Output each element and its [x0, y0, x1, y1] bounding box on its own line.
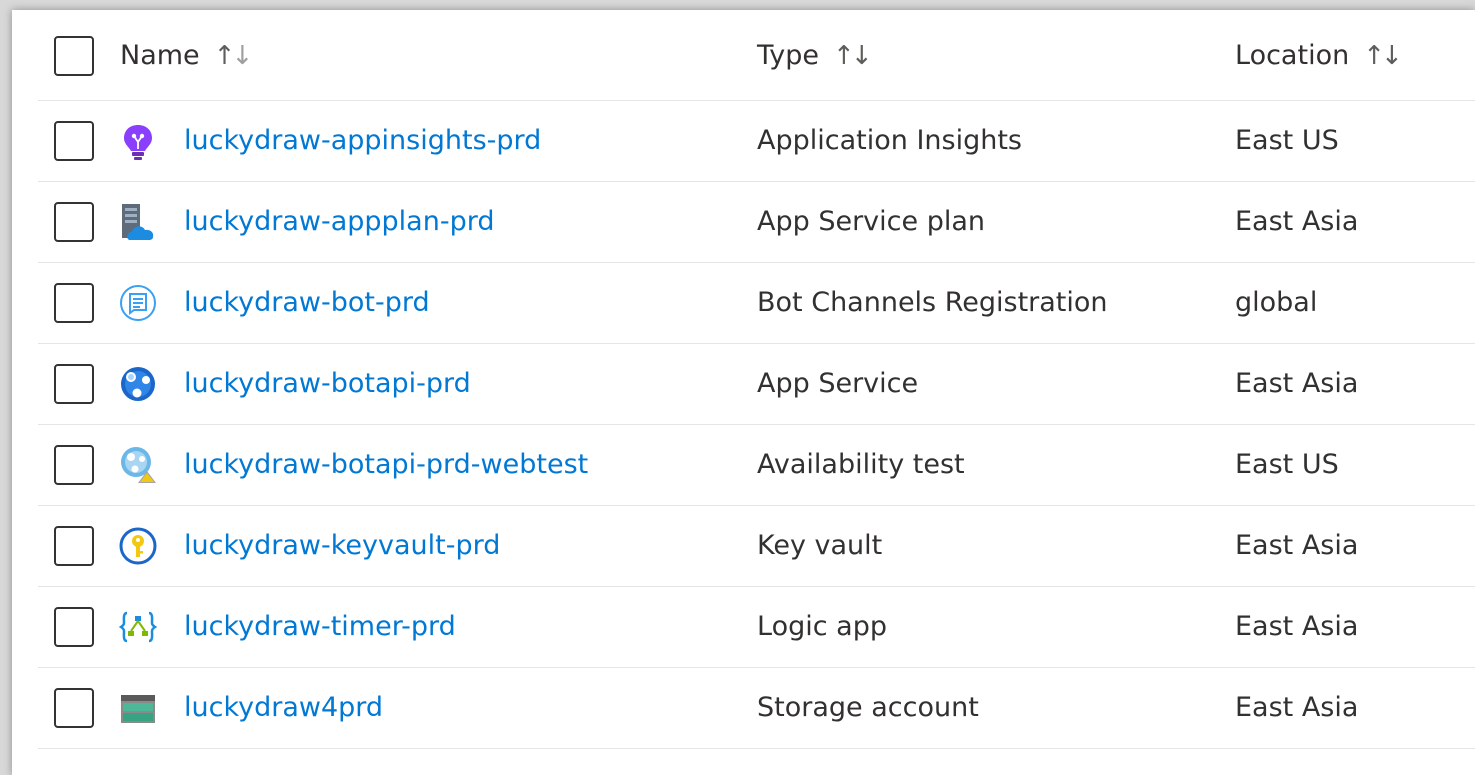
- resource-type: Application Insights: [757, 125, 1022, 156]
- bot-channels-icon: [118, 283, 158, 323]
- resource-list-panel: Name ↑↓ Type ↑↓ Location ↑↓ luckydraw-ap…: [12, 10, 1475, 775]
- row-checkbox[interactable]: [54, 445, 94, 485]
- sort-type-icon[interactable]: ↑↓: [833, 41, 873, 71]
- row-checkbox[interactable]: [54, 202, 94, 242]
- resource-type: Key vault: [757, 530, 883, 561]
- app-service-icon: [118, 364, 158, 404]
- resource-link[interactable]: luckydraw-keyvault-prd: [184, 528, 500, 564]
- table-row: luckydraw-appplan-prd App Service plan E…: [38, 182, 1475, 263]
- logic-app-icon: [118, 607, 158, 647]
- key-vault-icon: [118, 526, 158, 566]
- sort-name-icon[interactable]: ↑↓: [214, 41, 254, 71]
- resource-type: App Service: [757, 368, 919, 399]
- table-row: luckydraw4prd Storage account East Asia: [38, 668, 1475, 749]
- resource-location: global: [1235, 287, 1318, 318]
- table-row: luckydraw-keyvault-prd Key vault East As…: [38, 506, 1475, 587]
- table-row: luckydraw-bot-prd Bot Channels Registrat…: [38, 263, 1475, 344]
- resource-location: East US: [1235, 449, 1339, 480]
- row-checkbox[interactable]: [54, 607, 94, 647]
- column-header-location[interactable]: Location ↑↓: [1235, 38, 1403, 74]
- resource-link[interactable]: luckydraw-timer-prd: [184, 609, 456, 645]
- column-header-name[interactable]: Name ↑↓: [120, 38, 254, 74]
- app-service-plan-icon: [118, 202, 158, 242]
- grid-header-row: Name ↑↓ Type ↑↓ Location ↑↓: [38, 10, 1475, 101]
- row-checkbox[interactable]: [54, 283, 94, 323]
- resource-link[interactable]: luckydraw-botapi-prd-webtest: [184, 447, 588, 483]
- resource-link[interactable]: luckydraw-bot-prd: [184, 285, 430, 321]
- row-checkbox[interactable]: [54, 526, 94, 566]
- column-header-location-label: Location: [1235, 40, 1350, 71]
- table-row: luckydraw-timer-prd Logic app East Asia: [38, 587, 1475, 668]
- resource-location: East Asia: [1235, 368, 1359, 399]
- resource-location: East Asia: [1235, 692, 1359, 723]
- column-header-name-label: Name: [120, 40, 200, 71]
- resource-location: East Asia: [1235, 206, 1359, 237]
- resource-link[interactable]: luckydraw-appplan-prd: [184, 204, 495, 240]
- resource-link[interactable]: luckydraw-botapi-prd: [184, 366, 471, 402]
- resource-type: Bot Channels Registration: [757, 287, 1108, 318]
- resource-location: East Asia: [1235, 611, 1359, 642]
- sort-location-icon[interactable]: ↑↓: [1363, 41, 1403, 71]
- resource-location: East US: [1235, 125, 1339, 156]
- row-checkbox[interactable]: [54, 688, 94, 728]
- column-header-type[interactable]: Type ↑↓: [757, 38, 873, 74]
- availability-test-icon: [118, 445, 158, 485]
- resource-location: East Asia: [1235, 530, 1359, 561]
- table-row: luckydraw-botapi-prd-webtest Availabilit…: [38, 425, 1475, 506]
- column-header-type-label: Type: [757, 40, 820, 71]
- resource-link[interactable]: luckydraw-appinsights-prd: [184, 123, 541, 159]
- resource-type: Storage account: [757, 692, 979, 723]
- application-insights-icon: [118, 121, 158, 161]
- table-row: luckydraw-appinsights-prd Application In…: [38, 101, 1475, 182]
- table-row: luckydraw-botapi-prd App Service East As…: [38, 344, 1475, 425]
- row-checkbox[interactable]: [54, 121, 94, 161]
- screenshot-frame: Name ↑↓ Type ↑↓ Location ↑↓ luckydraw-ap…: [0, 0, 1475, 775]
- resource-grid: Name ↑↓ Type ↑↓ Location ↑↓ luckydraw-ap…: [38, 10, 1475, 749]
- resource-type: Availability test: [757, 449, 965, 480]
- resource-type: App Service plan: [757, 206, 985, 237]
- resource-type: Logic app: [757, 611, 887, 642]
- select-all-checkbox[interactable]: [54, 36, 94, 76]
- resource-link[interactable]: luckydraw4prd: [184, 690, 383, 726]
- storage-account-icon: [118, 688, 158, 728]
- row-checkbox[interactable]: [54, 364, 94, 404]
